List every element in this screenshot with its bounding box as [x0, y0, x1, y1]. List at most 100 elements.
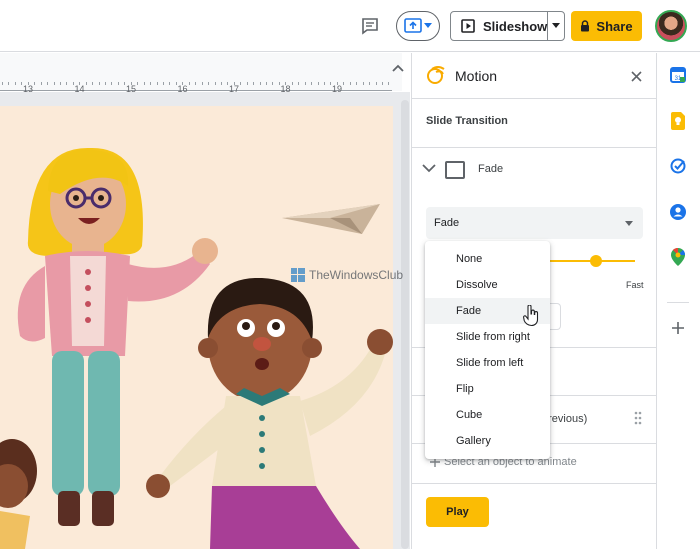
section-divider: [412, 147, 657, 148]
add-icon: [672, 322, 684, 334]
transition-name[interactable]: Fade: [478, 163, 503, 175]
ruler-tick: [343, 82, 345, 85]
hide-menus-button[interactable]: [388, 58, 408, 78]
ruler-tick: [2, 82, 3, 85]
ruler-tick: [220, 82, 222, 85]
present-to-meeting-button[interactable]: [396, 11, 440, 41]
chevron-up-icon: [392, 64, 404, 72]
ruler-tick: [208, 82, 210, 85]
ruler-tick: [311, 82, 313, 85]
ruler-tick: [188, 82, 190, 85]
ruler-tick: [240, 82, 242, 85]
ruler-tick: [336, 82, 338, 85]
slide-transition-heading: Slide Transition: [426, 115, 508, 127]
ruler-tick: [53, 82, 55, 85]
menu-item-slide-from-left[interactable]: Slide from left: [425, 350, 550, 376]
account-avatar[interactable]: [655, 10, 687, 42]
transition-type-select[interactable]: Fade: [426, 207, 643, 239]
slideshow-button[interactable]: Slideshow: [451, 12, 549, 40]
transition-dropdown-menu: None Dissolve Fade Slide from right Slid…: [425, 241, 550, 459]
ruler-tick: [324, 82, 325, 85]
ruler-tick: [59, 82, 61, 85]
slideshow-options-button[interactable]: [548, 12, 564, 40]
maps-button[interactable]: [668, 247, 688, 267]
drag-handle-icon[interactable]: [634, 411, 642, 425]
panel-title: Motion: [455, 68, 498, 84]
ruler-tick: [272, 82, 274, 85]
ruler-tick: [356, 82, 358, 85]
hand-cursor-icon: [523, 305, 539, 327]
paper-plane-illustration: [282, 204, 380, 234]
windows-logo-icon: [291, 268, 305, 282]
canvas-scrollbar[interactable]: [401, 100, 409, 549]
motion-icon: [427, 66, 445, 84]
maps-icon: [671, 248, 685, 266]
ruler-tick: [195, 82, 197, 85]
ruler-tick: [298, 82, 300, 85]
close-icon: [630, 70, 642, 82]
ruler-tick: [381, 82, 383, 85]
keep-icon: [671, 112, 685, 130]
ruler-tick: [21, 82, 23, 85]
ruler-tick: [259, 82, 261, 85]
chevron-down-icon[interactable]: [422, 163, 436, 173]
comment-history-button[interactable]: [356, 12, 384, 40]
ruler-tick: [349, 82, 351, 85]
third-character-illustration: [0, 439, 37, 549]
ruler-tick: [150, 82, 152, 85]
play-square-icon: [461, 19, 475, 33]
ruler-tick: [369, 82, 371, 85]
tasks-button[interactable]: [668, 156, 688, 176]
ruler-tick: [124, 82, 126, 85]
ruler-tick: [182, 82, 184, 85]
transition-thumbnail: [445, 161, 465, 179]
svg-text:31: 31: [675, 76, 682, 82]
speed-slider-handle[interactable]: [590, 255, 602, 267]
ruler-tick: [143, 82, 145, 85]
ruler-tick: [111, 82, 113, 85]
speed-fast-label: Fast: [626, 280, 644, 290]
boy-character-illustration: [146, 277, 393, 549]
menu-item-dissolve[interactable]: Dissolve: [425, 272, 550, 298]
ruler-tick: [27, 82, 29, 85]
menu-item-none[interactable]: None: [425, 246, 550, 272]
ruler-tick: [330, 82, 332, 85]
close-panel-button[interactable]: [626, 66, 646, 86]
ruler-tick: [156, 82, 158, 85]
ruler-tick: [117, 82, 119, 85]
tasks-icon: [670, 158, 686, 174]
watermark-text: TheWindowsClub: [309, 268, 404, 282]
get-add-ons-button[interactable]: [668, 318, 688, 338]
ruler-tick: [304, 82, 306, 85]
slideshow-label: Slideshow: [483, 18, 548, 34]
side-separator: [667, 302, 689, 303]
motion-panel-header: Motion: [412, 53, 657, 99]
section-divider: [412, 483, 657, 484]
transition-select-value: Fade: [434, 217, 460, 229]
ruler-tick: [98, 82, 100, 85]
watermark: TheWindowsClub: [291, 268, 403, 282]
play-button[interactable]: Play: [426, 497, 489, 527]
ruler-tick: [8, 82, 10, 85]
keep-button[interactable]: [668, 111, 688, 131]
ruler-tick: [388, 82, 390, 85]
ruler-tick: [233, 82, 235, 85]
slide-canvas[interactable]: [0, 106, 393, 549]
ruler-tick: [375, 82, 377, 85]
menu-item-slide-from-right[interactable]: Slide from right: [425, 324, 550, 350]
present-icon: [404, 18, 422, 33]
contacts-button[interactable]: [668, 202, 688, 222]
ruler-tick: [130, 82, 132, 85]
slide-illustration: [0, 147, 393, 549]
menu-item-gallery[interactable]: Gallery: [425, 428, 550, 454]
menu-item-cube[interactable]: Cube: [425, 402, 550, 428]
ruler-tick: [278, 82, 280, 85]
ruler-tick: [72, 82, 74, 85]
share-button[interactable]: Share: [571, 11, 642, 41]
calendar-button[interactable]: 31: [668, 65, 688, 85]
ruler-tick: [169, 82, 171, 85]
ruler-tick: [137, 82, 139, 85]
ruler-tick: [291, 82, 293, 85]
menu-item-flip[interactable]: Flip: [425, 376, 550, 402]
ruler-tick: [201, 82, 203, 85]
